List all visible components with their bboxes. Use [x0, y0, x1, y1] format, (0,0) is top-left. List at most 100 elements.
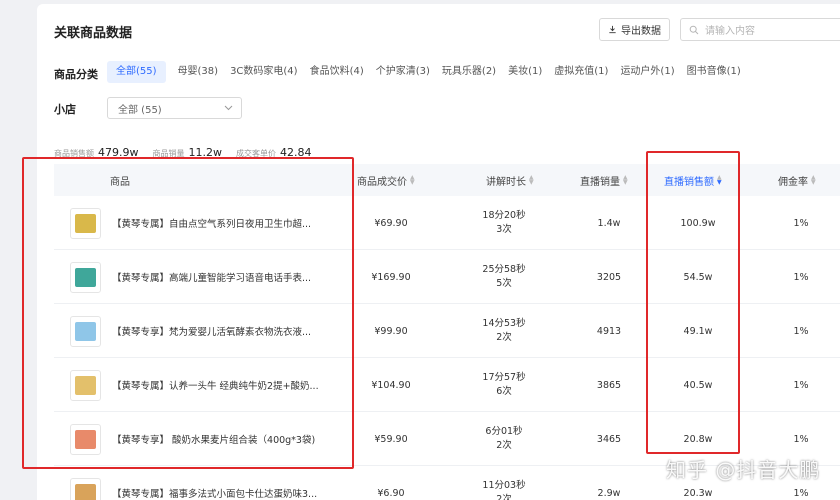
duration-value: 18分20秒 [482, 210, 526, 221]
shop-select[interactable]: 全部 (55) [107, 97, 242, 119]
sort-icon[interactable]: ▲ ▼ [811, 175, 816, 186]
explain-times: 2次 [496, 440, 512, 451]
category-tab-books[interactable]: 图书音像(1) [687, 61, 741, 83]
stat-label: 商品销售额 [54, 149, 94, 158]
live-sales: 3205 [596, 271, 622, 283]
explain-duration: 18分20秒 3次 [474, 196, 534, 250]
chevron-down-icon [224, 105, 233, 111]
column-header-price[interactable]: 商品成交价 ▲ ▼ [357, 164, 415, 196]
explain-times: 5次 [496, 278, 512, 289]
product-thumbnail[interactable] [70, 262, 101, 293]
export-label: 导出数据 [621, 26, 661, 37]
product-image [75, 214, 96, 233]
stat-value: 11.2w [188, 146, 223, 159]
stat-label: 商品销量 [152, 149, 185, 158]
explain-times: 6次 [496, 386, 512, 397]
table-row[interactable]: 【黄琴专属】高端儿童智能学习语音电话手表... ¥169.90 25分58秒 5次 32… [54, 250, 840, 304]
live-sales: 3865 [596, 379, 622, 391]
table-row[interactable]: 【黄琴专享】梵为爱婴儿活氧酵素衣物洗衣液... ¥99.90 14分53秒 2次 491… [54, 304, 840, 358]
category-tab-sports[interactable]: 运动户外(1) [620, 61, 674, 83]
product-price: ¥59.90 [374, 433, 408, 445]
category-tab-baby[interactable]: 母婴(38) [178, 61, 219, 83]
product-price: ¥6.90 [377, 487, 405, 499]
live-revenue: 100.9w [680, 217, 716, 229]
column-header-duration[interactable]: 讲解时长 ▲ ▼ [486, 164, 534, 196]
duration-value: 25分58秒 [482, 264, 526, 275]
category-tab-toys[interactable]: 玩具乐器(2) [442, 61, 496, 83]
commission-rate: 1% [793, 379, 809, 391]
product-name[interactable]: 【黄琴专属】福事多法式小面包卡仕达蛋奶味3... [112, 466, 317, 500]
table-row[interactable]: 【黄琴专属】认养一头牛 经典纯牛奶2提+酸奶... ¥104.90 17分57秒 6次… [54, 358, 840, 412]
live-revenue: 54.5w [683, 271, 713, 283]
category-tab-food[interactable]: 食品饮料(4) [310, 61, 364, 83]
live-sales: 4913 [596, 325, 622, 337]
live-sales: 1.4w [597, 217, 621, 229]
category-tab-virtual[interactable]: 虚拟充值(1) [554, 61, 608, 83]
product-name[interactable]: 【黄琴专享】梵为爱婴儿活氧酵素衣物洗衣液... [112, 304, 311, 358]
column-header-commission[interactable]: 佣金率 ▲ ▼ [778, 164, 816, 196]
column-label: 商品成交价 [357, 176, 407, 188]
explain-duration: 25分58秒 5次 [474, 250, 534, 304]
product-thumbnail[interactable] [70, 316, 101, 347]
explain-duration: 6分01秒 2次 [474, 412, 534, 466]
sort-icon[interactable]: ▲ ▼ [529, 175, 534, 186]
product-image [75, 484, 96, 500]
explain-duration: 17分57秒 6次 [474, 358, 534, 412]
sort-icon[interactable]: ▲ ▼ [623, 175, 628, 186]
duration-value: 17分57秒 [482, 372, 526, 383]
column-header-live-sales[interactable]: 直播销量 ▲ ▼ [580, 164, 628, 196]
stat-revenue: 商品销售额 479.9w [54, 141, 139, 160]
product-image [75, 376, 96, 395]
summary-stats: 商品销售额 479.9w 商品销量 11.2w 成交客单价 42.84 [54, 141, 312, 160]
category-tab-electronics[interactable]: 3C数码家电(4) [230, 61, 298, 83]
sort-desc-icon[interactable]: ▲ ▼ [717, 175, 722, 186]
duration-value: 6分01秒 [485, 426, 523, 437]
column-label: 商品 [110, 176, 130, 188]
product-price: ¥99.90 [374, 325, 408, 337]
stat-avg-price: 成交客单价 42.84 [236, 141, 312, 160]
table-row[interactable]: 【黄琴专属】自由点空气系列日夜用卫生巾超... ¥69.90 18分20秒 3次 1.4… [54, 196, 840, 250]
stat-value: 42.84 [280, 146, 312, 159]
download-icon [609, 25, 616, 34]
category-tab-beauty[interactable]: 美妆(1) [508, 61, 542, 83]
page-title: 关联商品数据 [54, 26, 133, 41]
duration-value: 11分03秒 [482, 480, 526, 491]
watermark: 知乎 @抖音大鹏 [666, 458, 821, 482]
column-header-product: 商品 [110, 164, 130, 196]
product-thumbnail[interactable] [70, 478, 101, 500]
table-header: 商品 商品成交价 ▲ ▼ 讲解时长 ▲ ▼ 直播销量 ▲ ▼ 直播销售额 ▲ ▼ 佣金率 ▲ ▼ [54, 164, 840, 196]
product-name[interactable]: 【黄琴专属】认养一头牛 经典纯牛奶2提+酸奶... [112, 358, 319, 412]
stat-value: 479.9w [98, 146, 139, 159]
product-image [75, 430, 96, 449]
export-button[interactable]: 导出数据 [599, 18, 670, 41]
product-name[interactable]: 【黄琴专属】自由点空气系列日夜用卫生巾超... [112, 196, 311, 250]
column-label: 讲解时长 [486, 176, 526, 188]
product-name[interactable]: 【黄琴专享】 酸奶水果麦片组合装（400g*3袋) [112, 412, 315, 466]
live-sales: 2.9w [597, 487, 621, 499]
product-thumbnail[interactable] [70, 370, 101, 401]
column-label: 直播销售额 [664, 176, 714, 188]
stat-label: 成交客单价 [236, 149, 276, 158]
product-price: ¥69.90 [374, 217, 408, 229]
column-header-live-revenue[interactable]: 直播销售额 ▲ ▼ [664, 164, 722, 196]
shop-select-value: 全部 (55) [118, 104, 162, 116]
category-tab-personal-care[interactable]: 个护家清(3) [376, 61, 430, 83]
commission-rate: 1% [793, 271, 809, 283]
product-price: ¥104.90 [371, 379, 411, 391]
sort-icon[interactable]: ▲ ▼ [410, 175, 415, 186]
category-tab-all[interactable]: 全部(55) [107, 61, 166, 83]
category-label: 商品分类 [54, 68, 98, 81]
product-thumbnail[interactable] [70, 424, 101, 455]
live-sales: 3465 [596, 433, 622, 445]
product-thumbnail[interactable] [70, 208, 101, 239]
column-label: 直播销量 [580, 176, 620, 188]
commission-rate: 1% [793, 325, 809, 337]
search-placeholder: 请输入内容 [705, 26, 755, 37]
product-name[interactable]: 【黄琴专属】高端儿童智能学习语音电话手表... [112, 250, 311, 304]
search-input[interactable]: 请输入内容 [680, 18, 840, 41]
live-revenue: 40.5w [683, 379, 713, 391]
search-icon [689, 25, 699, 34]
live-revenue: 49.1w [683, 325, 713, 337]
duration-value: 14分53秒 [482, 318, 526, 329]
column-label: 佣金率 [778, 176, 808, 188]
